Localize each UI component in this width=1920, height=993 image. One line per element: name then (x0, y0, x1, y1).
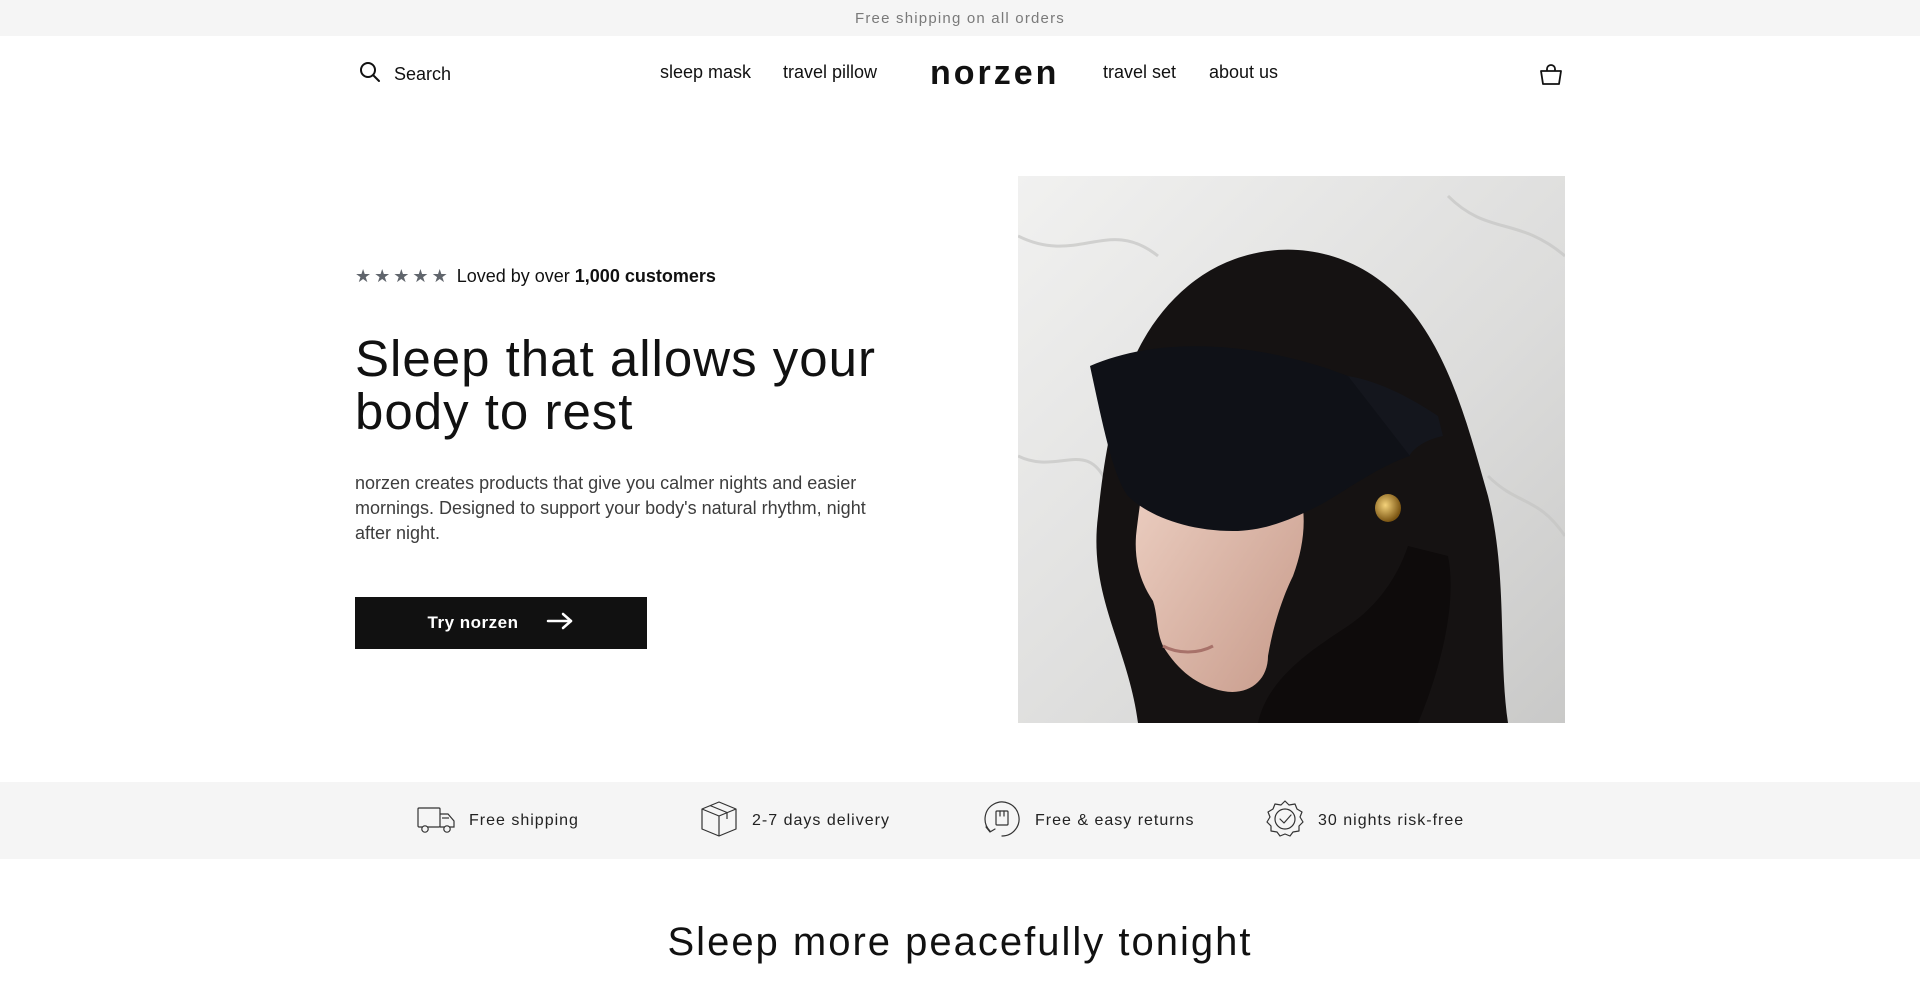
features-bar: Free shipping 2-7 days delivery Free & e… (0, 782, 1920, 859)
nav-about-us[interactable]: about us (1209, 62, 1278, 83)
feature-label: 2-7 days delivery (752, 812, 890, 829)
feature-free-shipping: Free shipping (416, 801, 579, 841)
rating-stars: ★ ★ ★ ★ ★ (355, 267, 448, 285)
star-icon: ★ (355, 266, 372, 286)
search-label: Search (394, 63, 452, 84)
badge-check-icon (1265, 799, 1305, 844)
star-icon: ★ (393, 266, 410, 286)
feature-risk-free: 30 nights risk-free (1265, 799, 1465, 844)
search-icon (358, 60, 382, 89)
box-icon (699, 799, 739, 844)
arrow-right-icon (546, 612, 574, 635)
star-icon: ★ (374, 266, 391, 286)
rating-prefix: Loved by over (456, 265, 575, 286)
hero-headline: Sleep that allows your body to rest (355, 330, 876, 440)
rating-count: 1,000 customers (574, 265, 716, 286)
search-button[interactable]: Search (358, 60, 451, 88)
nav-travel-set[interactable]: travel set (1103, 62, 1176, 83)
cart-button[interactable] (1538, 62, 1564, 88)
section-title: Sleep more peacefully tonight (667, 920, 1253, 964)
star-icon: ★ (431, 266, 448, 286)
bag-icon (1538, 64, 1564, 92)
feature-label: Free & easy returns (1035, 812, 1195, 829)
nav-sleep-mask[interactable]: sleep mask (660, 62, 751, 83)
return-icon (982, 799, 1022, 844)
try-norzen-button[interactable]: Try norzen (355, 597, 647, 649)
nav-travel-pillow[interactable]: travel pillow (783, 62, 877, 83)
feature-delivery: 2-7 days delivery (699, 799, 890, 844)
rating: ★ ★ ★ ★ ★ Loved by over 1,000 customers (355, 262, 995, 290)
cta-label: Try norzen (427, 613, 519, 632)
site-header: Search sleep mask travel pillow norzen t… (0, 36, 1920, 116)
truck-icon (416, 799, 456, 844)
announcement-text: Free shipping on all orders (855, 9, 1065, 27)
hero-image (1018, 176, 1565, 723)
feature-returns: Free & easy returns (982, 799, 1195, 844)
star-icon: ★ (412, 266, 429, 286)
hero-description: norzen creates products that give you ca… (355, 473, 866, 543)
feature-label: 30 nights risk-free (1318, 812, 1465, 829)
feature-label: Free shipping (469, 812, 579, 829)
hero-content: ★ ★ ★ ★ ★ Loved by over 1,000 customers Slee… (355, 262, 995, 649)
logo[interactable]: norzen (930, 54, 1059, 93)
rating-text: Loved by over 1,000 customers (457, 266, 716, 287)
announcement-bar: Free shipping on all orders (0, 0, 1920, 36)
